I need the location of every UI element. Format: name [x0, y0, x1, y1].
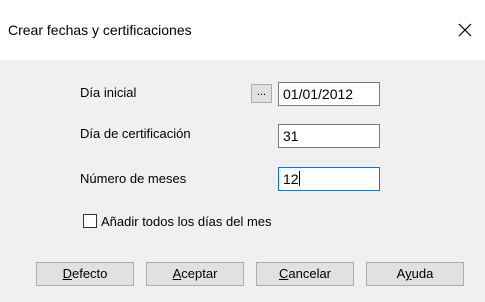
- ayuda-label-start: A: [396, 266, 406, 281]
- start-day-field[interactable]: 01/01/2012: [278, 82, 380, 106]
- cert-day-field[interactable]: 31: [278, 124, 380, 148]
- title-bar: Crear fechas y certificaciones: [0, 0, 485, 60]
- ayuda-button[interactable]: Ayuda: [366, 262, 464, 286]
- months-label: Número de meses: [80, 171, 187, 186]
- text-caret: [298, 171, 300, 186]
- window-title: Crear fechas y certificaciones: [8, 22, 192, 38]
- ayuda-label-end: uda: [411, 266, 434, 281]
- cert-day-label: Día de certificación: [80, 126, 191, 141]
- dialog-window: Crear fechas y certificaciones Día inici…: [0, 0, 485, 302]
- defecto-button[interactable]: Defecto: [36, 262, 134, 286]
- all-days-label[interactable]: Añadir todos los días del mes: [101, 214, 272, 230]
- aceptar-label: ceptar: [181, 266, 218, 281]
- months-field[interactable]: 12: [278, 167, 380, 191]
- cancelar-label: ancelar: [288, 266, 332, 281]
- aceptar-mnemonic: A: [172, 266, 182, 281]
- start-day-label: Día inicial: [80, 85, 137, 100]
- close-button[interactable]: [452, 17, 478, 43]
- date-picker-button[interactable]: ...: [251, 84, 272, 103]
- cancelar-button[interactable]: Cancelar: [256, 262, 354, 286]
- months-field-value: 12: [283, 171, 299, 187]
- defecto-mnemonic: D: [62, 266, 72, 281]
- cancelar-mnemonic: C: [278, 266, 289, 281]
- defecto-label: efecto: [71, 266, 108, 281]
- aceptar-button[interactable]: Aceptar: [146, 262, 244, 286]
- all-days-checkbox[interactable]: [83, 214, 97, 228]
- close-icon: [458, 23, 472, 37]
